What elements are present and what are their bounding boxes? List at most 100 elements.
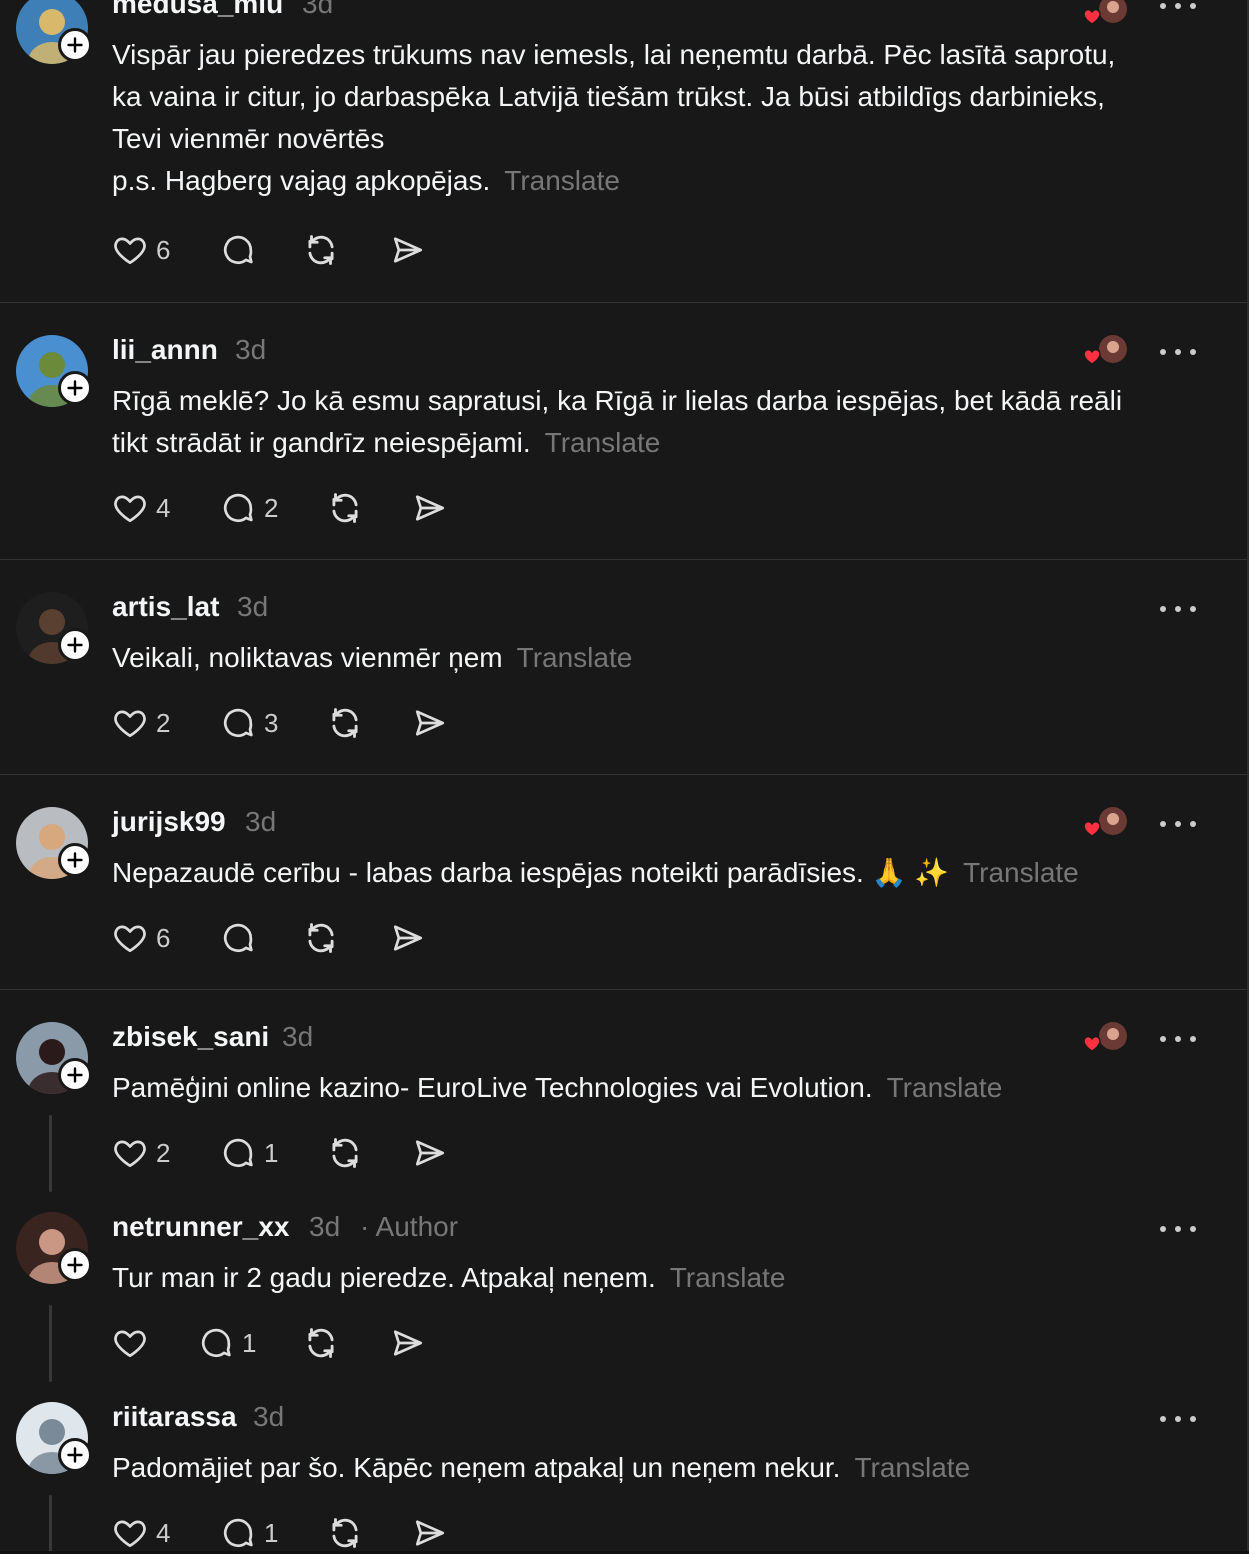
reply-text-span: Tevi vienmēr novērtēs bbox=[112, 123, 385, 154]
heart-icon bbox=[112, 1515, 148, 1551]
more-options-icon[interactable] bbox=[1160, 1413, 1196, 1425]
share-button[interactable] bbox=[412, 488, 448, 528]
reply-button[interactable]: 3 bbox=[220, 703, 278, 743]
share-icon bbox=[390, 1325, 426, 1361]
reply-count: 1 bbox=[264, 1137, 279, 1168]
like-button[interactable]: 2 bbox=[112, 703, 170, 743]
username[interactable]: lii_annn bbox=[112, 334, 218, 366]
follow-plus-icon[interactable] bbox=[58, 1248, 92, 1282]
reply-text: Padomājiet par šo. Kāpēc neņem atpakaļ u… bbox=[112, 1447, 1182, 1489]
username[interactable]: netrunner_xx bbox=[112, 1211, 289, 1243]
reply-button[interactable]: 1 bbox=[198, 1323, 256, 1363]
heart-icon bbox=[112, 1325, 148, 1361]
share-button[interactable] bbox=[412, 703, 448, 743]
share-icon bbox=[412, 1135, 448, 1171]
translate-link[interactable]: Translate bbox=[670, 1262, 786, 1293]
reply-text-line: Tur man ir 2 gadu pieredze. Atpakaļ neņe… bbox=[112, 1257, 1182, 1299]
reply-button[interactable] bbox=[220, 230, 256, 270]
repost-icon bbox=[326, 489, 364, 527]
like-button[interactable] bbox=[112, 1323, 148, 1363]
translate-link[interactable]: Translate bbox=[854, 1452, 970, 1483]
liked-by-author-icon bbox=[1082, 334, 1130, 366]
reply-text-line: p.s. Hagberg vajag apkopējas. Translate bbox=[112, 160, 1182, 202]
reply-text-span: Rīgā meklē? Jo kā esmu sapratusi, ka Rīg… bbox=[112, 385, 1123, 416]
like-button[interactable]: 6 bbox=[112, 918, 170, 958]
reply-button[interactable] bbox=[220, 918, 256, 958]
more-options-icon[interactable] bbox=[1160, 818, 1196, 830]
reply-text-span: Nepazaudē cerību - labas darba iespējas … bbox=[112, 857, 950, 888]
timestamp: 3d bbox=[302, 0, 334, 19]
repost-button[interactable] bbox=[326, 488, 364, 528]
like-button[interactable]: 2 bbox=[112, 1133, 170, 1173]
like-button[interactable]: 4 bbox=[112, 1513, 170, 1553]
share-button[interactable] bbox=[412, 1133, 448, 1173]
reply-icon bbox=[220, 490, 256, 526]
like-count: 6 bbox=[156, 234, 171, 265]
like-count: 2 bbox=[156, 707, 171, 738]
username[interactable]: jurijsk99 bbox=[112, 806, 226, 838]
more-options-icon[interactable] bbox=[1160, 1033, 1196, 1045]
reply-icon bbox=[220, 920, 256, 956]
follow-plus-icon[interactable] bbox=[58, 1438, 92, 1472]
reply-button[interactable]: 1 bbox=[220, 1133, 278, 1173]
follow-plus-icon[interactable] bbox=[58, 1058, 92, 1092]
reply-button[interactable]: 2 bbox=[220, 488, 278, 528]
translate-link[interactable]: Translate bbox=[504, 165, 620, 196]
username[interactable]: zbisek_sani bbox=[112, 1021, 269, 1053]
like-button[interactable]: 6 bbox=[112, 230, 170, 270]
translate-link[interactable]: Translate bbox=[963, 857, 1079, 888]
repost-button[interactable] bbox=[326, 1513, 364, 1553]
thread-line bbox=[49, 1115, 52, 1192]
timestamp: 3d bbox=[245, 806, 277, 837]
repost-icon bbox=[326, 1134, 364, 1172]
share-button[interactable] bbox=[412, 1513, 448, 1553]
follow-plus-icon[interactable] bbox=[58, 628, 92, 662]
more-options-icon[interactable] bbox=[1160, 603, 1196, 615]
reply-text: Veikali, noliktavas vienmēr ņem Translate bbox=[112, 637, 1182, 679]
more-options-icon[interactable] bbox=[1160, 0, 1196, 12]
more-options-icon[interactable] bbox=[1160, 1223, 1196, 1235]
repost-button[interactable] bbox=[302, 230, 340, 270]
follow-plus-icon[interactable] bbox=[58, 843, 92, 877]
follow-plus-icon[interactable] bbox=[58, 28, 92, 62]
translate-link[interactable]: Translate bbox=[517, 642, 633, 673]
share-icon bbox=[412, 490, 448, 526]
reply-button[interactable]: 1 bbox=[220, 1513, 278, 1553]
liked-by-author-icon bbox=[1082, 806, 1130, 838]
author-badge: · Author bbox=[360, 1211, 459, 1242]
reply-text-line: Pamēģini online kazino- EuroLive Technol… bbox=[112, 1067, 1182, 1109]
reply-text-span: tikt strādāt ir gandrīz neiespējami. bbox=[112, 427, 531, 458]
reply-text-line: Veikali, noliktavas vienmēr ņem Translate bbox=[112, 637, 1182, 679]
timestamp: 3d bbox=[253, 1401, 285, 1432]
reply-text-span: Tur man ir 2 gadu pieredze. Atpakaļ neņe… bbox=[112, 1262, 656, 1293]
timestamp: 3d bbox=[235, 334, 267, 365]
share-button[interactable] bbox=[390, 230, 426, 270]
reply-text: Vispār jau pieredzes trūkums nav iemesls… bbox=[112, 34, 1182, 202]
reply-text-span: ka vaina ir citur, jo darbaspēka Latvijā… bbox=[112, 81, 1105, 112]
translate-link[interactable]: Translate bbox=[545, 427, 661, 458]
reply-text: Rīgā meklē? Jo kā esmu sapratusi, ka Rīg… bbox=[112, 380, 1182, 464]
reply-count: 1 bbox=[264, 1517, 279, 1548]
username[interactable]: artis_lat bbox=[112, 591, 219, 623]
reply-icon bbox=[220, 705, 256, 741]
reply-text-span: p.s. Hagberg vajag apkopējas. bbox=[112, 165, 491, 196]
more-options-icon[interactable] bbox=[1160, 346, 1196, 358]
post-divider bbox=[0, 302, 1247, 303]
timestamp: 3d bbox=[309, 1211, 341, 1242]
reply-text-span: Vispār jau pieredzes trūkums nav iemesls… bbox=[112, 39, 1116, 70]
share-button[interactable] bbox=[390, 1323, 426, 1363]
timestamp: 3d bbox=[237, 591, 269, 622]
share-button[interactable] bbox=[390, 918, 426, 958]
repost-button[interactable] bbox=[326, 1133, 364, 1173]
username[interactable]: riitarassa bbox=[112, 1401, 237, 1433]
repost-button[interactable] bbox=[302, 918, 340, 958]
follow-plus-icon[interactable] bbox=[58, 371, 92, 405]
repost-button[interactable] bbox=[326, 703, 364, 743]
repost-icon bbox=[302, 1324, 340, 1362]
translate-link[interactable]: Translate bbox=[887, 1072, 1003, 1103]
reply-text-line: tikt strādāt ir gandrīz neiespējami. Tran… bbox=[112, 422, 1182, 464]
reply-text: Tur man ir 2 gadu pieredze. Atpakaļ neņe… bbox=[112, 1257, 1182, 1299]
repost-button[interactable] bbox=[302, 1323, 340, 1363]
username[interactable]: medusa_miu bbox=[112, 0, 283, 20]
like-button[interactable]: 4 bbox=[112, 488, 170, 528]
